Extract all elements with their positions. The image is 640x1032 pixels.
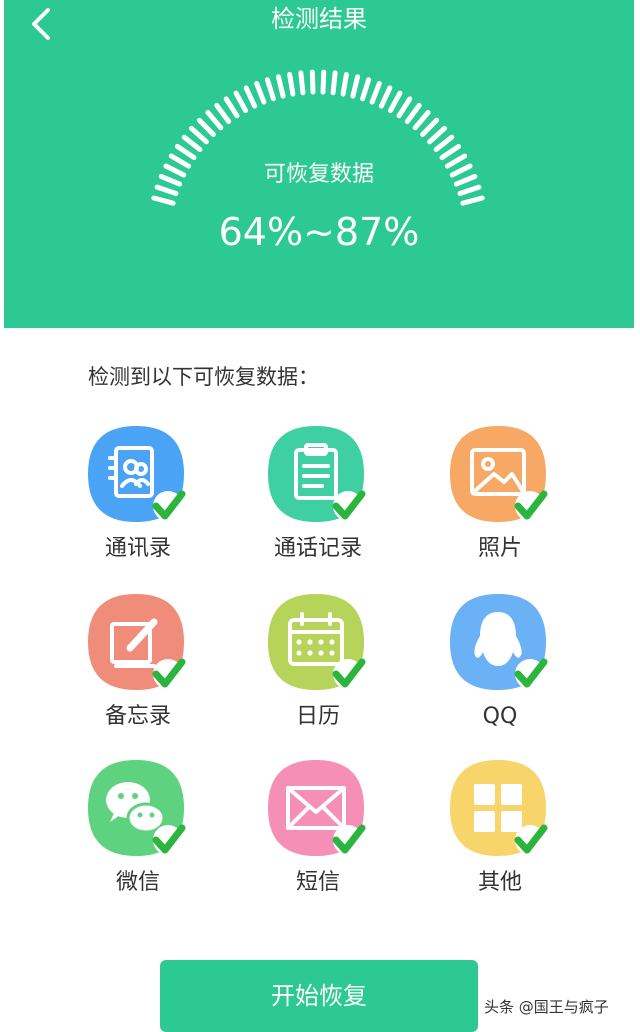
watermark: 头条 @国王与疯子 [484,998,609,1016]
gauge-label: 可恢复数据 [263,162,374,187]
checkmark-icon [332,824,366,855]
gauge-tick [320,69,327,95]
gauge-tick [396,96,413,119]
data-type-label: 短信 [295,870,340,895]
gauge-tick [439,143,462,161]
data-type-calendar[interactable]: 日历 [238,592,398,742]
gauge-tick [412,110,431,131]
checkmark-icon [152,658,186,689]
data-type-label: 通讯录 [104,536,171,561]
gauge-tick [378,85,393,109]
data-type-memo[interactable]: 备忘录 [58,592,218,742]
gauge-tick [254,81,267,105]
gauge-tick [427,125,447,145]
start-recovery-button[interactable]: 开始恢复 [160,960,478,1032]
gauge-tick [433,134,455,152]
gauge-tick [151,195,176,206]
gauge-tick [330,70,338,96]
contacts-icon [88,426,186,522]
gauge-tick [181,134,203,152]
checkmark-icon [514,824,548,855]
data-type-label: 照片 [477,536,522,561]
gauge-tick [360,77,372,102]
data-type-label: 微信 [115,870,160,895]
gauge-tick [420,117,440,137]
checkmark-icon [514,490,548,521]
call-log-icon [268,426,366,522]
qq-icon [450,594,548,690]
data-type-other-grid[interactable]: 其他 [420,758,580,908]
gauge-tick [350,74,361,99]
gauge-tick [275,74,286,99]
memo-icon [88,594,186,690]
gauge-tick [298,70,306,96]
other-grid-icon [450,760,548,856]
data-type-label: 备忘录 [104,704,171,729]
gauge-tick [264,77,276,102]
gauge-tick [309,69,316,95]
gauge-tick [404,102,422,124]
gauge-tick [233,90,249,114]
sms-icon [268,760,366,856]
gauge-tick [387,90,403,114]
gauge-tick [460,195,485,206]
gauge-tick [189,125,209,145]
data-type-contacts[interactable]: 通讯录 [58,424,218,574]
gauge-tick [196,117,216,137]
data-type-wechat[interactable]: 微信 [58,758,218,908]
data-type-label: 其他 [477,870,522,895]
gauge-tick [340,71,349,97]
data-type-call-log[interactable]: 通话记录 [238,424,398,574]
gauge-tick [287,71,296,97]
gauge-tick [174,143,197,161]
checkmark-icon [152,490,186,521]
gauge-tick [205,110,224,131]
data-type-label: QQ [482,704,518,729]
checkmark-icon [152,824,186,855]
checkmark-icon [332,658,366,689]
gauge-tick [223,96,240,119]
data-type-qq[interactable]: QQ [420,592,580,742]
calendar-icon [268,594,366,690]
checkmark-icon [332,490,366,521]
photo-icon [450,426,548,522]
gauge-tick [243,85,258,109]
data-type-sms[interactable]: 短信 [238,758,398,908]
data-type-label: 日历 [295,704,340,729]
checkmark-icon [514,658,548,689]
section-title: 检测到以下可恢复数据： [88,365,319,389]
gauge-value: 64%~87% [218,210,420,254]
header-panel: 检测结果 可恢复数据 64%~87% [4,0,634,328]
data-type-label: 通话记录 [273,536,362,561]
data-type-photo[interactable]: 照片 [420,424,580,574]
gauge-tick [214,102,232,124]
wechat-icon [88,760,186,856]
gauge-tick [369,81,382,105]
